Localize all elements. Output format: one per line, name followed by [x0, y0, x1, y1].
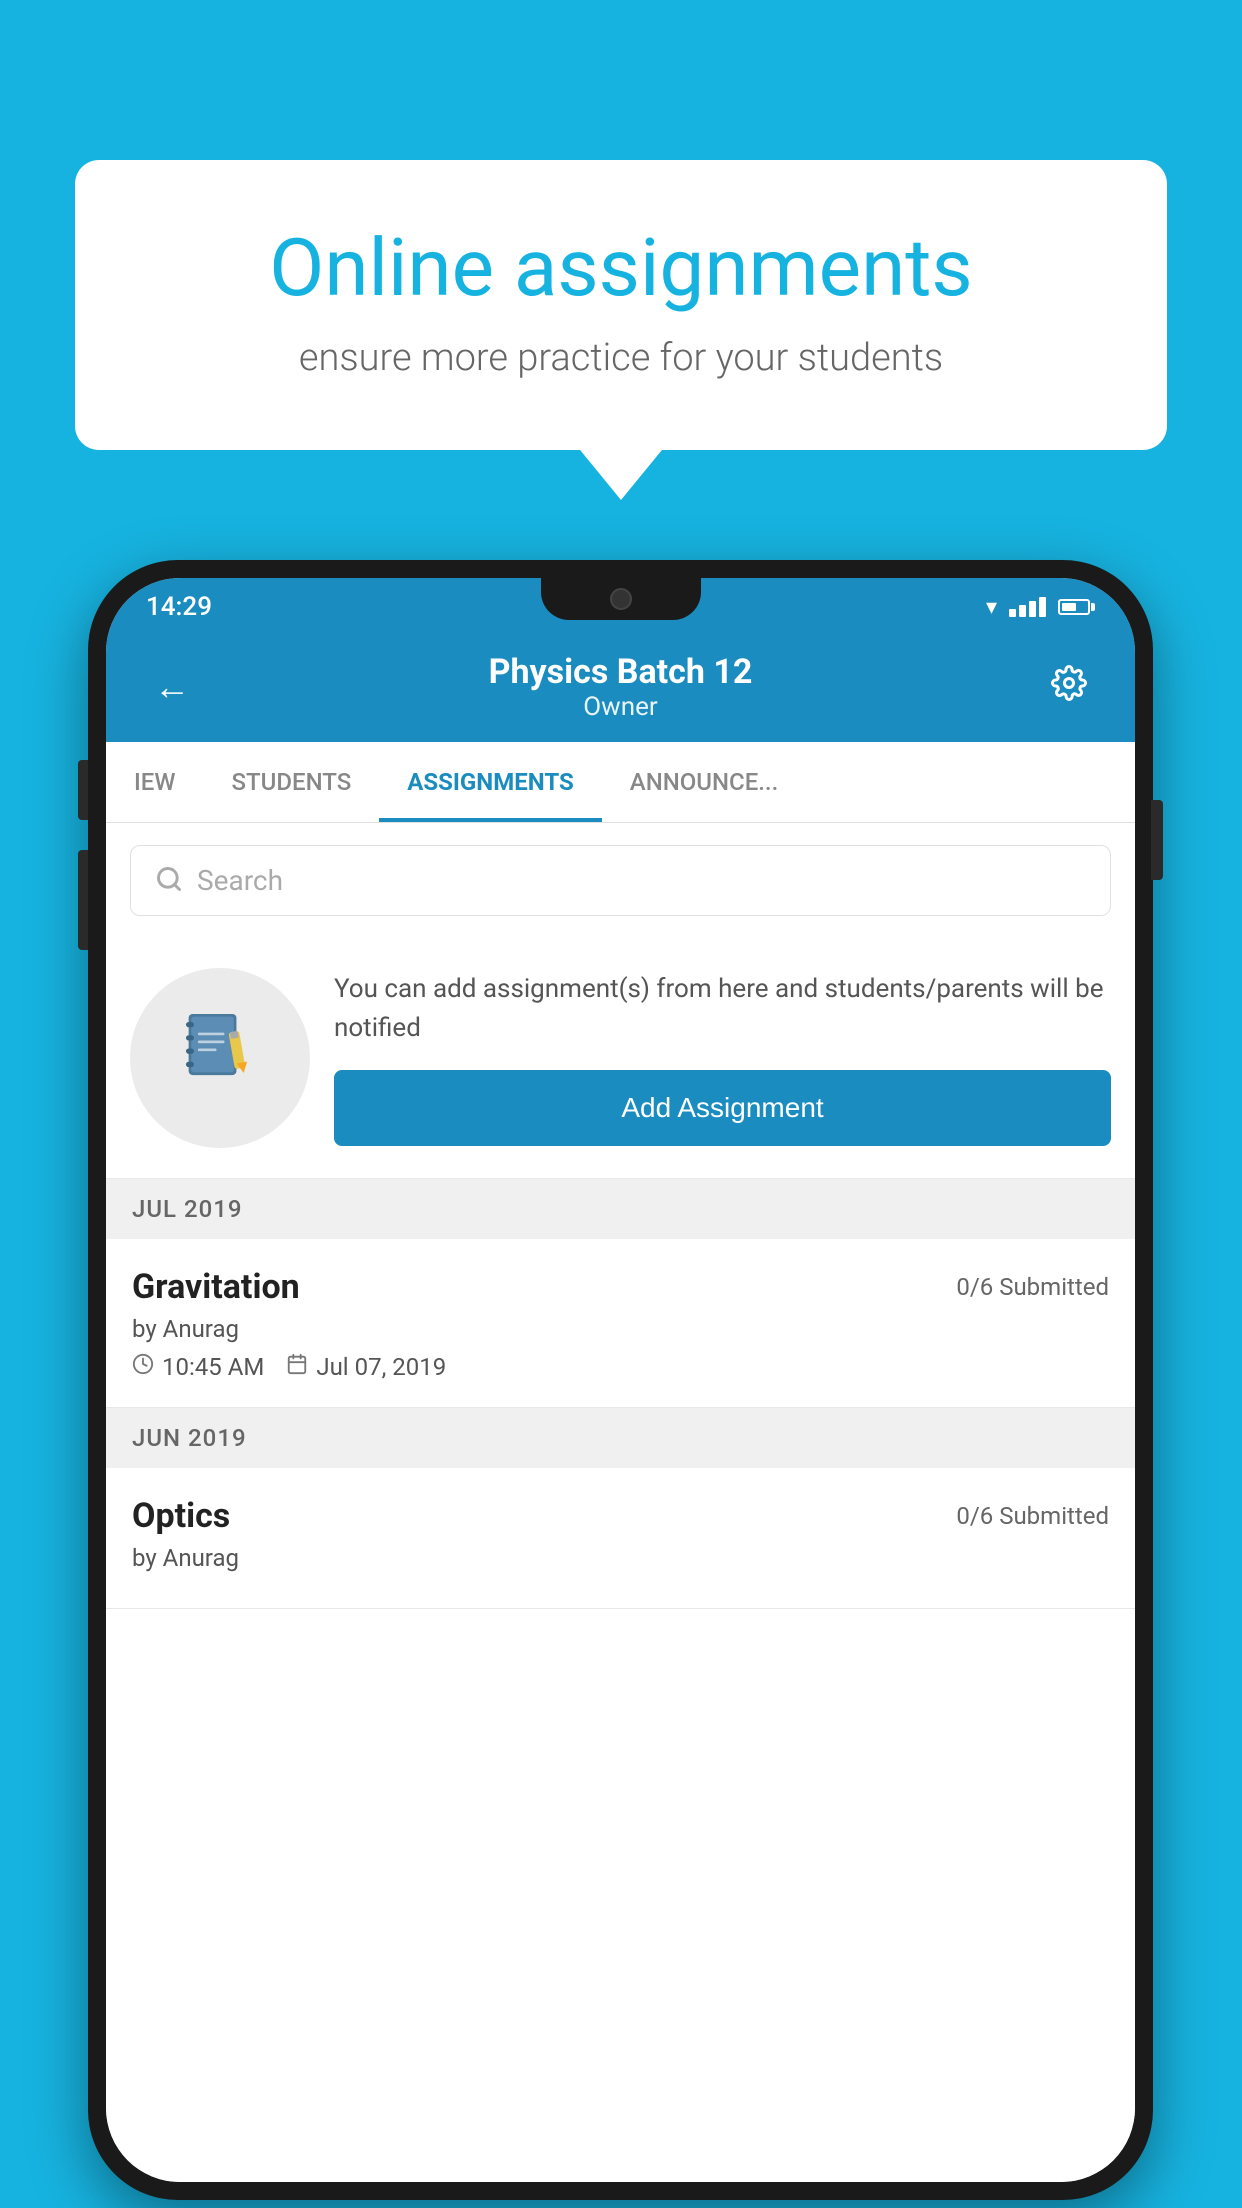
assignment-top-gravitation: Gravitation 0/6 Submitted [132, 1267, 1109, 1307]
assignment-name-optics: Optics [132, 1496, 230, 1536]
assignment-meta-gravitation: 10:45 AM Jul 07, 201 [132, 1353, 1109, 1381]
assignment-item-gravitation[interactable]: Gravitation 0/6 Submitted by Anurag [106, 1239, 1135, 1408]
battery-icon [1058, 599, 1095, 615]
assignment-top-optics: Optics 0/6 Submitted [132, 1496, 1109, 1536]
assignment-item-optics[interactable]: Optics 0/6 Submitted by Anurag [106, 1468, 1135, 1609]
speech-bubble: Online assignments ensure more practice … [75, 160, 1167, 450]
assignment-name-gravitation: Gravitation [132, 1267, 300, 1307]
phone-outer: 14:29 ▾ [88, 560, 1153, 2200]
speech-bubble-wrapper: Online assignments ensure more practice … [75, 160, 1167, 450]
clock-icon [132, 1353, 154, 1381]
calendar-icon [286, 1353, 308, 1381]
phone-camera [610, 588, 632, 610]
header-subtitle: Owner [198, 692, 1043, 722]
status-icons: ▾ [986, 595, 1095, 620]
assignment-time-gravitation: 10:45 AM [132, 1353, 264, 1381]
tab-assignments[interactable]: ASSIGNMENTS [379, 742, 602, 822]
assignment-time-value: 10:45 AM [162, 1353, 264, 1381]
back-button[interactable]: ← [146, 661, 198, 713]
speech-bubble-subtitle: ensure more practice for your students [155, 336, 1087, 380]
wifi-icon: ▾ [986, 595, 997, 620]
add-assignment-right: You can add assignment(s) from here and … [334, 970, 1111, 1146]
add-assignment-description: You can add assignment(s) from here and … [334, 970, 1111, 1048]
speech-bubble-title: Online assignments [155, 220, 1087, 316]
content-area: Search [106, 823, 1135, 2182]
add-assignment-button[interactable]: Add Assignment [334, 1070, 1111, 1146]
section-header-jun: JUN 2019 [106, 1408, 1135, 1468]
status-time: 14:29 [146, 592, 212, 622]
settings-button[interactable] [1043, 657, 1095, 718]
assignment-icon-circle [130, 968, 310, 1148]
assignment-submitted-gravitation: 0/6 Submitted [956, 1273, 1109, 1301]
section-header-jul: JUL 2019 [106, 1179, 1135, 1239]
signal-icon [1009, 597, 1046, 617]
search-placeholder: Search [197, 864, 283, 897]
phone-notch [541, 578, 701, 620]
header-title: Physics Batch 12 [198, 652, 1043, 692]
add-assignment-section: You can add assignment(s) from here and … [106, 938, 1135, 1179]
assignment-author-gravitation: by Anurag [132, 1315, 1109, 1343]
phone-side-button-left-1 [78, 760, 88, 820]
tab-iew[interactable]: IEW [106, 742, 203, 822]
tabs-bar: IEW STUDENTS ASSIGNMENTS ANNOUNCE... [106, 742, 1135, 823]
search-icon [155, 865, 183, 897]
phone-side-button-right [1151, 800, 1163, 880]
app-header: ← Physics Batch 12 Owner [106, 636, 1135, 742]
tab-students[interactable]: STUDENTS [203, 742, 379, 822]
header-title-group: Physics Batch 12 Owner [198, 652, 1043, 722]
phone-wrapper: 14:29 ▾ [88, 560, 1153, 2200]
assignment-submitted-optics: 0/6 Submitted [956, 1502, 1109, 1530]
search-bar[interactable]: Search [130, 845, 1111, 916]
assignment-date-gravitation: Jul 07, 2019 [286, 1353, 446, 1381]
assignment-date-value: Jul 07, 2019 [316, 1353, 446, 1381]
notebook-icon [178, 1006, 263, 1111]
tab-announcements[interactable]: ANNOUNCE... [602, 742, 806, 822]
phone-screen: 14:29 ▾ [106, 578, 1135, 2182]
assignment-author-optics: by Anurag [132, 1544, 1109, 1572]
phone-side-button-left-2 [78, 850, 88, 950]
